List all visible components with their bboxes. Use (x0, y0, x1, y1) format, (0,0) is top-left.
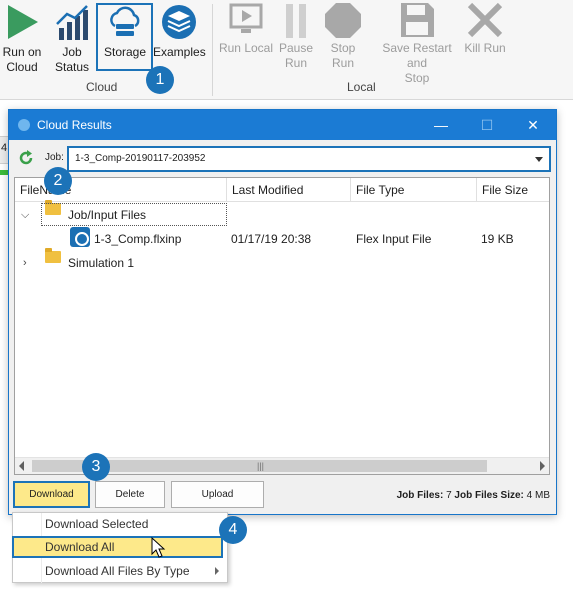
chart-icon (56, 5, 88, 40)
job-status-label-2: Status (54, 60, 90, 74)
scroll-left-icon[interactable] (19, 461, 24, 471)
maximize-button[interactable]: ☐ (464, 110, 510, 140)
job-select[interactable]: 1-3_Comp-20190117-203952 (67, 146, 551, 172)
app-icon (18, 119, 30, 131)
column-header-file-type[interactable]: File Type (351, 178, 477, 202)
selection-focus-rect (41, 203, 227, 226)
file-type: Flex Input File (356, 232, 432, 246)
ribbon-separator (212, 4, 213, 96)
dialog-title: Cloud Results (37, 118, 112, 132)
close-button[interactable]: ✕ (510, 110, 556, 140)
stop-run-button[interactable]: Stop Run (322, 2, 364, 71)
storage-highlight (96, 3, 153, 71)
column-header-last-modified[interactable]: Last Modified (227, 178, 351, 202)
stop-run-label-1: Stop (330, 41, 356, 55)
chevron-right-icon[interactable]: › (23, 251, 27, 275)
pause-run-button[interactable]: Pause Run (276, 2, 316, 71)
chevron-down-icon (535, 157, 543, 162)
file-name: 1-3_Comp.flxinp (94, 232, 182, 246)
download-menu: Download Selected Download All Download … (12, 512, 228, 583)
examples-label: Examples (153, 45, 206, 59)
file-modified: 01/17/19 20:38 (231, 232, 312, 246)
job-label: Job: (45, 152, 64, 163)
column-header-file-size[interactable]: File Size (477, 178, 549, 202)
stack-icon (162, 5, 196, 39)
play-icon (8, 5, 38, 39)
refresh-icon[interactable] (18, 150, 34, 166)
run-on-cloud-label-2: Cloud (6, 60, 38, 74)
ribbon: Run on Cloud Job Status Storage Examples… (0, 0, 573, 100)
job-select-value: 1-3_Comp-20190117-203952 (75, 153, 206, 164)
folder-name: Simulation 1 (68, 256, 135, 270)
stop-run-label-2: Run (331, 56, 354, 70)
delete-button[interactable]: Delete (95, 481, 165, 508)
step-badge-4: 4 (219, 516, 247, 544)
job-files-label: Job Files: (396, 490, 444, 501)
pause-run-label-2: Run (284, 56, 307, 70)
grip-icon: ||| (257, 461, 265, 471)
step-badge-3: 3 (82, 453, 110, 481)
examples-button[interactable]: Examples (153, 2, 206, 60)
flex-input-file-icon (70, 227, 90, 247)
save-restart-label-1: Save Restart and (382, 41, 452, 70)
kill-run-button[interactable]: Kill Run (462, 2, 508, 56)
step-badge-1: 1 (146, 66, 174, 94)
menu-item-download-all-by-type[interactable]: Download All Files By Type (13, 560, 227, 582)
x-icon (467, 2, 503, 38)
mouse-cursor-icon (151, 537, 166, 558)
step-badge-2: 2 (44, 167, 72, 195)
stop-icon (325, 3, 361, 38)
job-files-size-label: Job Files Size: (454, 490, 524, 501)
file-size: 19 KB (481, 232, 514, 246)
minimize-button[interactable]: — (418, 110, 464, 140)
job-status-label-1: Job (62, 45, 82, 59)
job-files-stats: Job Files: 7 Job Files Size: 4 MB (397, 490, 550, 501)
job-row: Job: 1-3_Comp-20190117-203952 (9, 140, 556, 174)
pause-run-label-1: Pause (278, 41, 314, 55)
job-files-size: 4 MB (526, 490, 550, 501)
kill-run-label: Kill Run (464, 41, 506, 55)
pause-icon (286, 4, 306, 38)
chevron-down-icon[interactable]: ⌵ (21, 203, 29, 227)
job-status-button[interactable]: Job Status (50, 2, 94, 75)
menu-item-label: Download All Files By Type (45, 564, 190, 578)
run-on-cloud-button[interactable]: Run on Cloud (0, 2, 44, 75)
background-partial-text: 4 (1, 142, 8, 154)
upload-button[interactable]: Upload (171, 481, 264, 508)
run-local-label: Run Local (218, 41, 274, 55)
run-on-cloud-label-1: Run on (2, 45, 42, 59)
submenu-arrow-icon (215, 567, 219, 575)
table-row[interactable]: 1-3_Comp.flxinp 01/17/19 20:38 Flex Inpu… (15, 227, 549, 251)
folder-icon (45, 248, 61, 263)
tree-row-job-input-files[interactable]: ⌵ Job/Input Files (15, 200, 549, 227)
download-button[interactable]: Download (13, 481, 90, 508)
scroll-right-icon[interactable] (540, 461, 545, 471)
monitor-icon (229, 3, 263, 33)
file-list: FileName Last Modified File Type File Si… (14, 177, 550, 475)
local-group-label: Local (347, 80, 376, 94)
job-files-count: 7 (446, 490, 452, 501)
dialog-title-bar[interactable]: Cloud Results — ☐ ✕ (9, 110, 556, 140)
menu-item-download-all[interactable]: Download All (12, 536, 223, 558)
menu-item-download-selected[interactable]: Download Selected (13, 513, 227, 535)
save-restart-stop-button[interactable]: Save Restart and Stop (372, 2, 462, 86)
save-icon (401, 3, 434, 37)
cloud-group-label: Cloud (86, 80, 118, 94)
save-restart-label-2: Stop (404, 71, 430, 85)
run-local-button[interactable]: Run Local (218, 2, 274, 56)
tree-row-simulation-1[interactable]: › Simulation 1 (15, 248, 549, 275)
